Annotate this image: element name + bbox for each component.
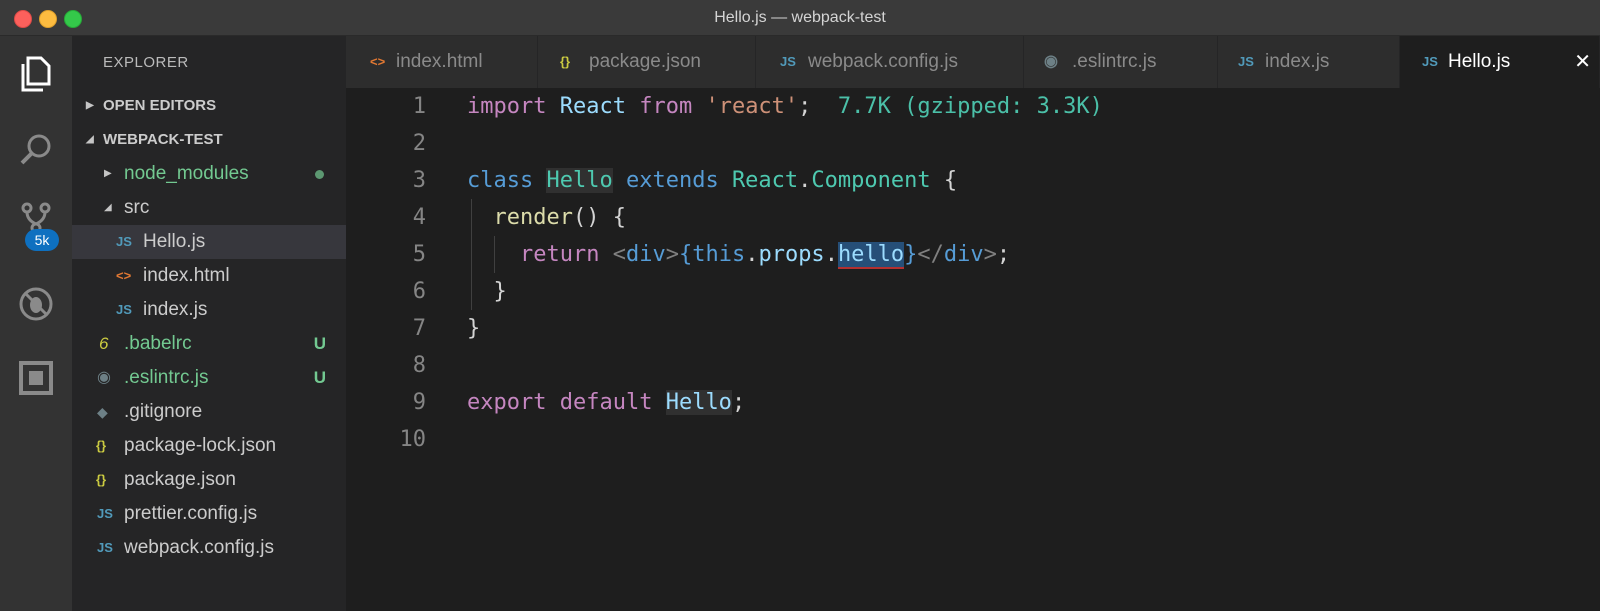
code-line-3: 3 class Hello extends React.Component { <box>412 168 958 193</box>
code-line-8: 8 <box>412 353 426 378</box>
explorer-sidebar: EXPLORER ▶ OPEN EDITORS ◢ WEBPACK-TEST ▶… <box>72 36 346 611</box>
tree-item-node-modules[interactable]: ▶ node_modules <box>72 157 346 191</box>
code-line-4: 4 render() { <box>412 205 626 230</box>
source-control-badge: 5k <box>25 229 59 251</box>
debug-icon <box>19 287 53 321</box>
tree-item-src[interactable]: ◢ src <box>72 191 346 225</box>
js-icon: JS <box>97 506 113 521</box>
chevron-down-icon: ◢ <box>104 202 112 213</box>
tree-item-index-html[interactable]: <> index.html <box>72 259 346 293</box>
js-icon: JS <box>1422 54 1438 69</box>
code-line-5: 5 return <div>{this.props.hello}</div>; <box>412 242 1011 269</box>
js-icon: JS <box>116 302 132 317</box>
tab-webpack-config-js[interactable]: JS webpack.config.js <box>756 36 1024 88</box>
chevron-right-icon: ▶ <box>104 168 112 179</box>
js-icon: JS <box>97 540 113 555</box>
close-tab-icon[interactable]: ✕ <box>1574 36 1591 88</box>
gear-icon: ◉ <box>1044 53 1058 70</box>
window-title: Hello.js — webpack-test <box>714 9 886 26</box>
tree-item-index-js[interactable]: JS index.js <box>72 293 346 327</box>
git-icon: ◆ <box>97 404 108 420</box>
tab-index-js[interactable]: JS index.js <box>1218 36 1400 88</box>
tree-item-babelrc[interactable]: 6 .babelrc U <box>72 327 346 361</box>
selected-text: hello <box>837 242 905 269</box>
html-icon: <> <box>116 268 132 283</box>
tree-item-package-json[interactable]: {} package.json <box>72 463 346 497</box>
extensions-activity-button[interactable] <box>14 356 58 400</box>
gear-icon: ◉ <box>97 369 111 386</box>
search-activity-button[interactable] <box>14 128 58 172</box>
html-icon: <> <box>370 54 386 69</box>
js-icon: JS <box>116 234 132 249</box>
files-icon <box>21 56 51 92</box>
json-icon: {} <box>560 54 571 69</box>
code-line-9: 9 export default Hello; <box>412 390 746 415</box>
untracked-status: U <box>313 334 326 353</box>
chevron-down-icon: ◢ <box>86 134 94 145</box>
tree-item-eslintrc[interactable]: ◉ .eslintrc.js U <box>72 361 346 395</box>
json-icon: {} <box>96 472 107 487</box>
search-icon <box>20 134 51 165</box>
symbol-highlight: Hello <box>665 390 732 415</box>
debug-activity-button[interactable] <box>14 282 58 326</box>
untracked-status: U <box>313 368 326 387</box>
chevron-right-icon: ▶ <box>86 100 94 111</box>
symbol-highlight: Hello <box>546 168 613 193</box>
code-line-1: 1 import React from 'react'; 7.7K (gzipp… <box>412 94 1103 119</box>
project-section[interactable]: ◢ WEBPACK-TEST <box>72 123 346 157</box>
modified-dot-icon <box>315 170 324 179</box>
extensions-icon <box>19 361 53 395</box>
code-line-2: 2 <box>412 131 426 156</box>
babel-icon: 6 <box>99 334 109 353</box>
json-icon: {} <box>96 438 107 453</box>
tree-item-webpack-config-js[interactable]: JS webpack.config.js <box>72 531 346 565</box>
explorer-activity-button[interactable] <box>14 52 58 96</box>
js-icon: JS <box>1238 54 1254 69</box>
import-cost-hint: 7.7K (gzipped: 3.3K) <box>837 94 1103 119</box>
code-editor[interactable]: 1 import React from 'react'; 7.7K (gzipp… <box>346 88 1600 611</box>
tree-item-gitignore[interactable]: ◆ .gitignore <box>72 395 346 429</box>
tab-index-html[interactable]: <> index.html <box>346 36 538 88</box>
editor-tab-bar: <> index.html {} package.json JS webpack… <box>346 36 1600 88</box>
tree-item-package-lock-json[interactable]: {} package-lock.json <box>72 429 346 463</box>
tree-item-prettier-config-js[interactable]: JS prettier.config.js <box>72 497 346 531</box>
code-line-10: 10 <box>399 427 427 452</box>
tab-eslintrc-js[interactable]: ◉ .eslintrc.js <box>1024 36 1218 88</box>
activity-bar: 5k <box>0 36 72 611</box>
open-editors-section[interactable]: ▶ OPEN EDITORS <box>72 89 346 123</box>
code-line-6: 6 } <box>412 279 507 304</box>
title-bar: Hello.js — webpack-test <box>0 0 1600 36</box>
tab-package-json[interactable]: {} package.json <box>538 36 756 88</box>
explorer-title: EXPLORER <box>103 54 189 71</box>
vscode-window: Hello.js — webpack-test 5k EXPLORER ▶ OP… <box>0 0 1600 611</box>
code-line-7: 7 } <box>412 316 481 341</box>
js-icon: JS <box>780 54 796 69</box>
tab-hello-js[interactable]: JS Hello.js ✕ <box>1400 36 1600 88</box>
tree-item-hello-js[interactable]: JS Hello.js <box>72 225 346 259</box>
